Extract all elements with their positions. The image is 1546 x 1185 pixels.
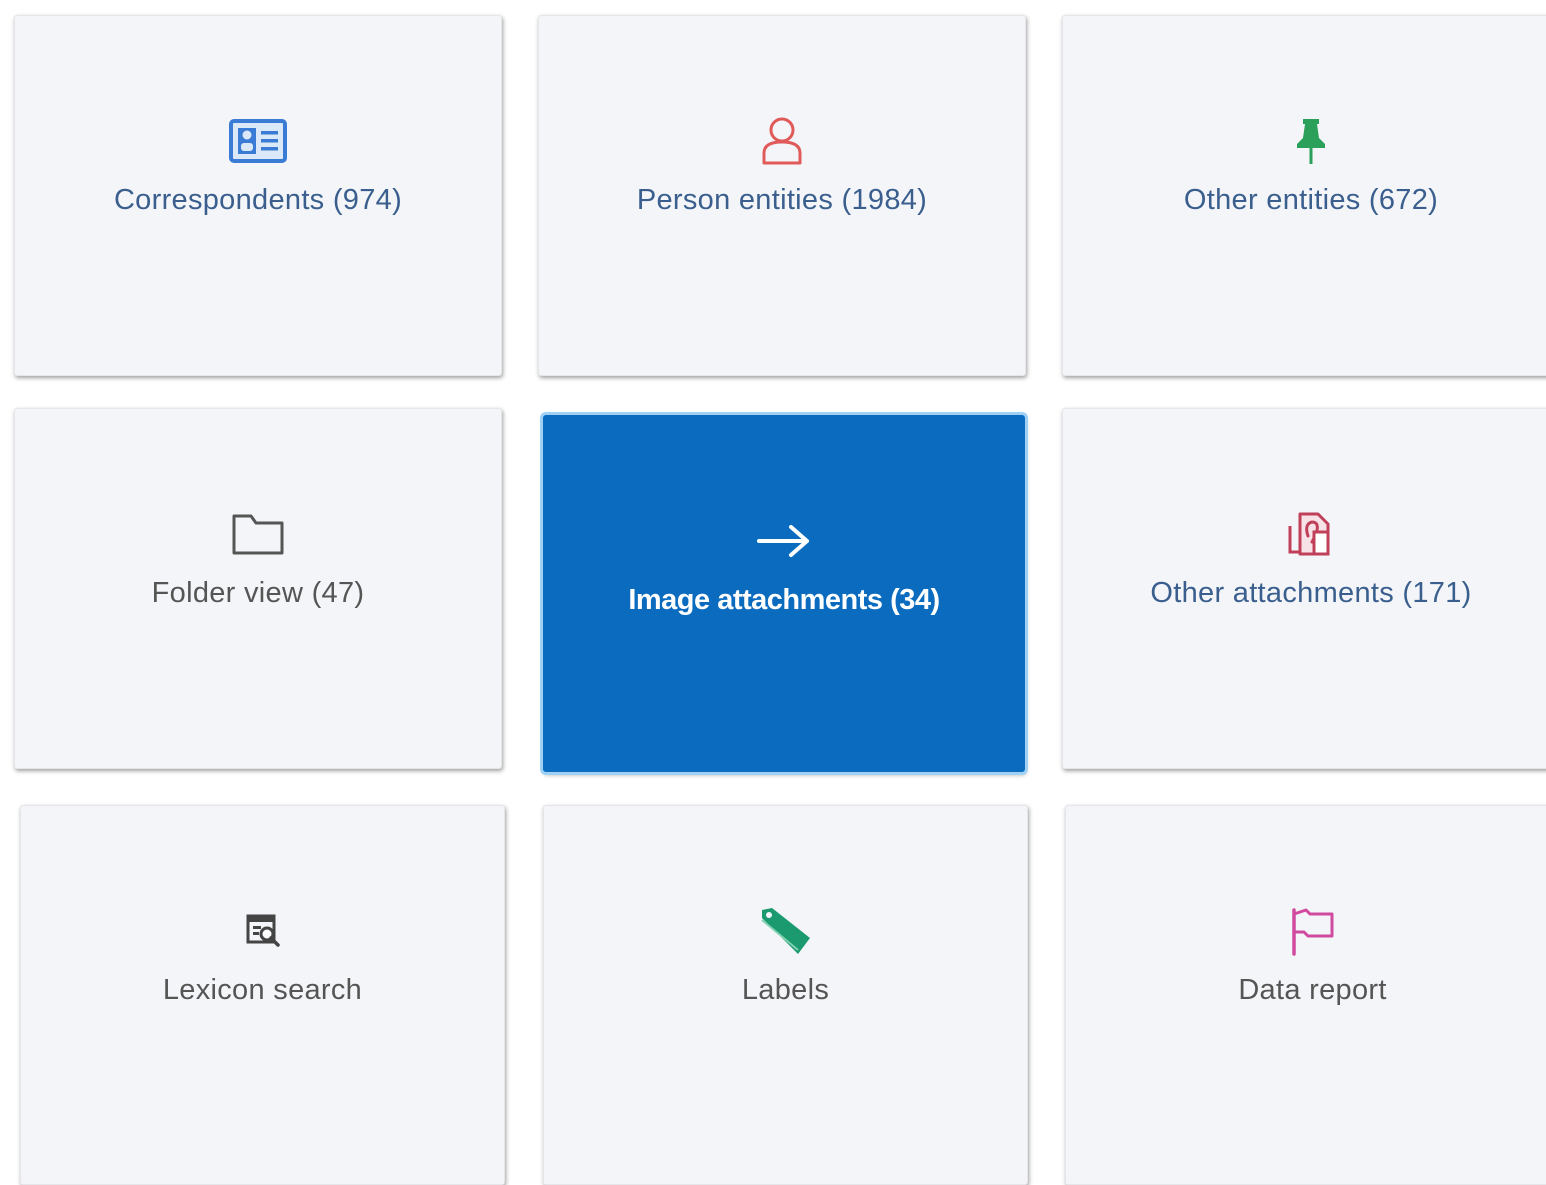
correspondents-tile[interactable]: Correspondents (974)	[14, 15, 502, 376]
tile-label: Image attachments (34)	[628, 584, 940, 616]
tile-label: Other attachments (171)	[1150, 577, 1472, 609]
person-icon	[539, 116, 1025, 166]
attachments-icon	[1063, 509, 1546, 559]
data-report-tile[interactable]: Data report	[1065, 805, 1546, 1185]
pushpin-icon	[1063, 116, 1546, 166]
tile-label: Labels	[741, 974, 830, 1006]
arrow-right-icon	[544, 516, 1024, 566]
lexicon-search-icon	[21, 906, 504, 956]
lexicon-search-tile[interactable]: Lexicon search	[20, 805, 505, 1185]
tile-label: Correspondents (974)	[113, 184, 403, 216]
flag-icon	[1066, 906, 1546, 956]
tag-icon	[544, 906, 1027, 956]
other-entities-tile[interactable]: Other entities (672)	[1062, 15, 1546, 376]
tile-label: Lexicon search	[162, 974, 363, 1006]
tile-label: Folder view (47)	[151, 577, 365, 609]
tile-label: Other entities (672)	[1183, 184, 1439, 216]
contact-card-icon	[15, 116, 501, 166]
folder-icon	[15, 509, 501, 559]
person-entities-tile[interactable]: Person entities (1984)	[538, 15, 1026, 376]
tile-label: Person entities (1984)	[636, 184, 928, 216]
image-attachments-tile[interactable]: Image attachments (34)	[543, 415, 1025, 772]
tile-label: Data report	[1238, 974, 1387, 1006]
labels-tile[interactable]: Labels	[543, 805, 1028, 1185]
folder-view-tile[interactable]: Folder view (47)	[14, 408, 502, 769]
other-attachments-tile[interactable]: Other attachments (171)	[1062, 408, 1546, 769]
